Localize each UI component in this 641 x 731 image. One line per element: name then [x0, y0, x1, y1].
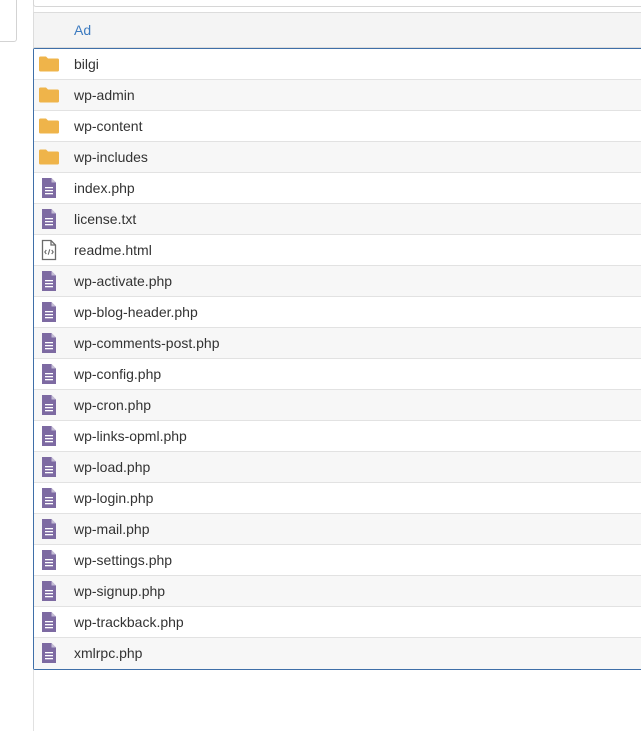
text-file-icon [38, 177, 60, 199]
file-name[interactable]: wp-load.php [74, 459, 150, 475]
text-file-icon [38, 332, 60, 354]
table-header: Ad [33, 12, 641, 48]
text-file-icon [38, 394, 60, 416]
text-file-icon [38, 580, 60, 602]
text-file-icon [38, 611, 60, 633]
file-row[interactable]: wp-load.php [34, 452, 641, 483]
text-file-icon [38, 208, 60, 230]
file-row[interactable]: readme.html [34, 235, 641, 266]
folder-icon [38, 84, 60, 106]
left-panel-input[interactable] [0, 0, 17, 42]
file-row[interactable]: wp-links-opml.php [34, 421, 641, 452]
file-row[interactable]: wp-trackback.php [34, 607, 641, 638]
file-name[interactable]: readme.html [74, 242, 152, 258]
text-file-icon [38, 642, 60, 664]
text-file-icon [38, 301, 60, 323]
file-name[interactable]: wp-signup.php [74, 583, 165, 599]
file-name[interactable]: wp-admin [74, 87, 135, 103]
folder-icon [38, 146, 60, 168]
file-row[interactable]: license.txt [34, 204, 641, 235]
path-input[interactable] [33, 0, 641, 7]
text-file-icon [38, 518, 60, 540]
file-row[interactable]: wp-mail.php [34, 514, 641, 545]
text-file-icon [38, 456, 60, 478]
file-row[interactable]: wp-includes [34, 142, 641, 173]
file-name[interactable]: wp-activate.php [74, 273, 172, 289]
file-name[interactable]: wp-blog-header.php [74, 304, 198, 320]
file-row[interactable]: index.php [34, 173, 641, 204]
file-row[interactable]: xmlrpc.php [34, 638, 641, 669]
file-name[interactable]: wp-links-opml.php [74, 428, 187, 444]
file-row[interactable]: wp-settings.php [34, 545, 641, 576]
file-row[interactable]: bilgi [34, 49, 641, 80]
file-name[interactable]: wp-includes [74, 149, 148, 165]
file-row[interactable]: wp-cron.php [34, 390, 641, 421]
file-name[interactable]: wp-config.php [74, 366, 161, 382]
file-name[interactable]: bilgi [74, 56, 99, 72]
file-name[interactable]: xmlrpc.php [74, 645, 142, 661]
file-row[interactable]: wp-comments-post.php [34, 328, 641, 359]
file-name[interactable]: wp-login.php [74, 490, 153, 506]
text-file-icon [38, 549, 60, 571]
file-list: bilgi wp-admin wp-content wp-includes index.… [33, 48, 641, 670]
file-row[interactable]: wp-admin [34, 80, 641, 111]
file-name[interactable]: wp-comments-post.php [74, 335, 220, 351]
text-file-icon [38, 270, 60, 292]
file-name[interactable]: wp-cron.php [74, 397, 151, 413]
folder-icon [38, 115, 60, 137]
folder-icon [38, 53, 60, 75]
text-file-icon [38, 425, 60, 447]
file-name[interactable]: wp-trackback.php [74, 614, 184, 630]
column-header-name[interactable]: Ad [74, 22, 91, 38]
file-table: Ad bilgi wp-admin wp-content wp-includes ind… [33, 12, 641, 670]
file-row[interactable]: wp-content [34, 111, 641, 142]
file-name[interactable]: license.txt [74, 211, 136, 227]
file-row[interactable]: wp-signup.php [34, 576, 641, 607]
file-name[interactable]: index.php [74, 180, 135, 196]
file-row[interactable]: wp-login.php [34, 483, 641, 514]
code-file-icon [38, 239, 60, 261]
text-file-icon [38, 487, 60, 509]
file-name[interactable]: wp-settings.php [74, 552, 172, 568]
file-name[interactable]: wp-content [74, 118, 142, 134]
text-file-icon [38, 363, 60, 385]
file-row[interactable]: wp-activate.php [34, 266, 641, 297]
file-name[interactable]: wp-mail.php [74, 521, 149, 537]
file-row[interactable]: wp-blog-header.php [34, 297, 641, 328]
file-row[interactable]: wp-config.php [34, 359, 641, 390]
